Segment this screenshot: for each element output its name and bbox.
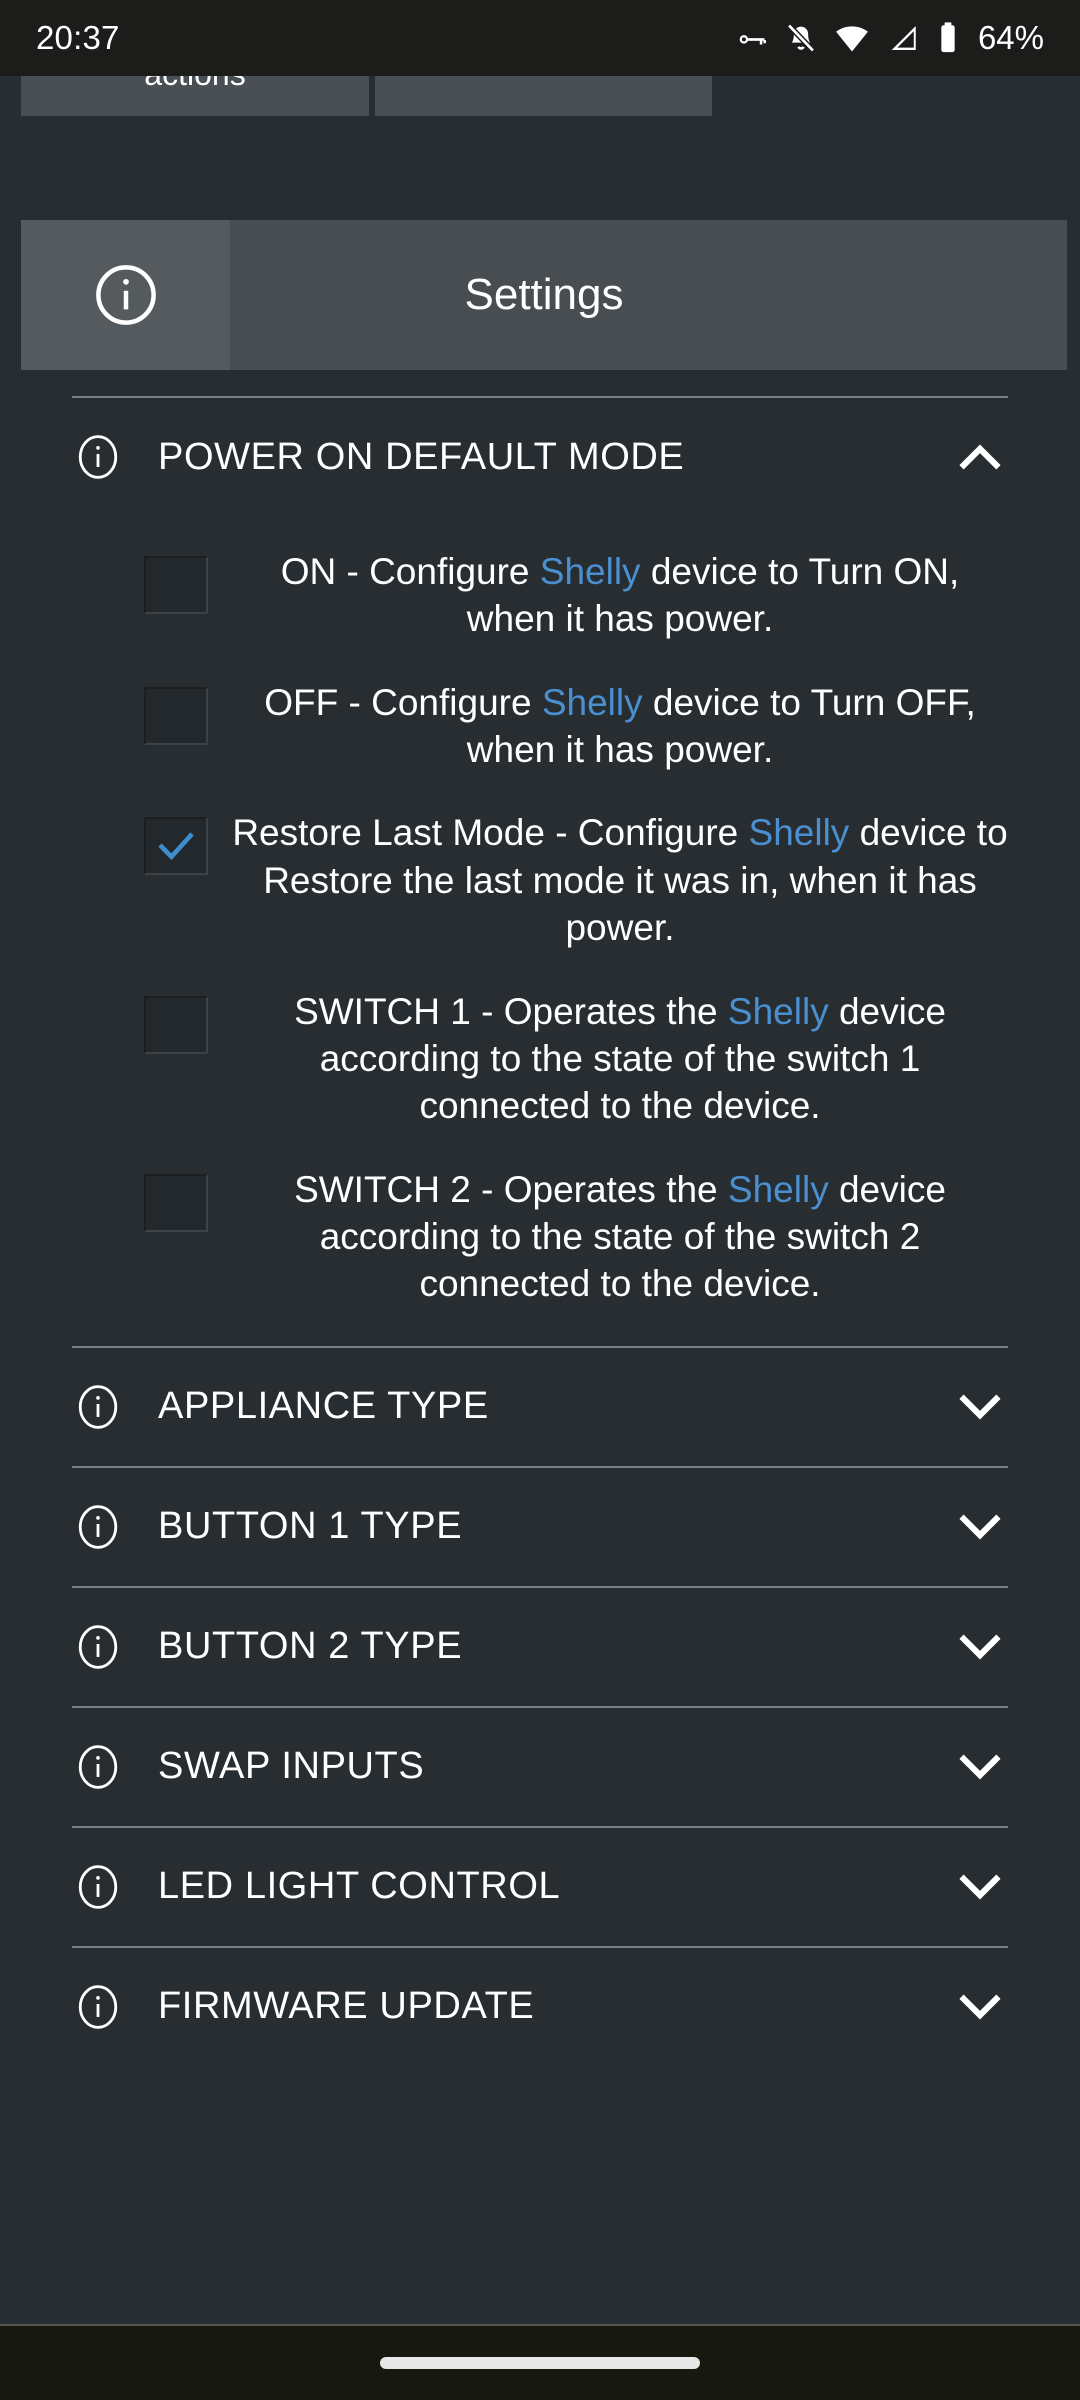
option-row-switch-1[interactable]: SWITCH 1 - Operates the Shelly device ac… (0, 970, 1080, 1148)
checkbox-switch-1[interactable] (144, 995, 208, 1054)
chevron-down-icon[interactable] (938, 1739, 1008, 1795)
option-row-switch-2[interactable]: SWITCH 2 - Operates the Shelly device ac… (0, 1148, 1080, 1326)
partial-action-row: actions (0, 76, 1080, 116)
status-bar: 20:37 64% (0, 0, 1080, 76)
status-bar-icons: 64% (734, 19, 1044, 57)
section-label: BUTTON 2 TYPE (158, 1625, 463, 1668)
info-icon (72, 1741, 158, 1793)
option-label-restore-last-mode: Restore Last Mode - Configure Shelly dev… (232, 809, 1008, 951)
settings-list: POWER ON DEFAULT MODE ON - Configure She… (0, 396, 1080, 2066)
settings-header-bar[interactable]: Settings (21, 220, 1067, 370)
chevron-down-icon[interactable] (938, 1379, 1008, 1435)
brand-name: Shelly (748, 812, 850, 854)
option-text-prefix: SWITCH 1 - Operates the (294, 990, 728, 1032)
section-label: SWAP INPUTS (158, 1745, 425, 1788)
battery-icon (936, 21, 960, 55)
signal-cellular-icon (886, 21, 920, 55)
section-header-appliance-type[interactable]: APPLIANCE TYPE (0, 1348, 1080, 1466)
section-header-button-2-type[interactable]: BUTTON 2 TYPE (0, 1588, 1080, 1706)
section-header-swap-inputs[interactable]: SWAP INPUTS (0, 1708, 1080, 1826)
info-icon (72, 1381, 158, 1433)
option-label-on: ON - Configure Shelly device to Turn ON,… (232, 548, 1008, 643)
checkbox-on[interactable] (144, 556, 208, 614)
system-navigation-bar (0, 2324, 1080, 2400)
info-icon (72, 1501, 158, 1553)
checkbox-off[interactable] (144, 686, 208, 745)
gesture-home-handle[interactable] (380, 2357, 700, 2369)
info-icon (72, 1621, 158, 1673)
partial-actions-button[interactable]: actions (21, 76, 369, 116)
chevron-down-icon[interactable] (938, 1859, 1008, 1915)
option-row-restore-last-mode[interactable]: Restore Last Mode - Configure Shelly dev… (0, 791, 1080, 969)
section-label: LED LIGHT CONTROL (158, 1865, 561, 1908)
section-header-button-1-type[interactable]: BUTTON 1 TYPE (0, 1468, 1080, 1586)
chevron-down-icon[interactable] (938, 1979, 1008, 2035)
info-icon (72, 431, 158, 483)
chevron-up-icon[interactable] (938, 429, 1008, 485)
option-row-on[interactable]: ON - Configure Shelly device to Turn ON,… (0, 530, 1080, 661)
section-label: APPLIANCE TYPE (158, 1385, 489, 1428)
vpn-key-icon (734, 21, 768, 55)
checkbox-switch-2[interactable] (144, 1173, 208, 1232)
section-header-led-light-control[interactable]: LED LIGHT CONTROL (0, 1828, 1080, 1946)
info-icon (72, 1981, 158, 2033)
section-label: BUTTON 1 TYPE (158, 1505, 463, 1548)
battery-percent-label: 64% (977, 19, 1044, 56)
wifi-icon (834, 21, 870, 55)
notifications-off-icon (784, 21, 818, 55)
section-header-firmware-update[interactable]: FIRMWARE UPDATE (0, 1948, 1080, 2066)
option-text-prefix: SWITCH 2 - Operates the (294, 1168, 728, 1210)
checkbox-restore-last-mode[interactable] (144, 817, 208, 876)
section-label: FIRMWARE UPDATE (158, 1985, 535, 2028)
option-text-prefix: ON - Configure (280, 551, 540, 592)
chevron-down-icon[interactable] (938, 1619, 1008, 1675)
page-title: Settings (464, 270, 624, 319)
status-bar-clock: 20:37 (36, 19, 120, 56)
brand-name: Shelly (541, 681, 643, 723)
brand-name: Shelly (539, 551, 641, 592)
brand-name: Shelly (727, 990, 829, 1032)
option-row-off[interactable]: OFF - Configure Shelly device to Turn OF… (0, 661, 1080, 792)
section-label: POWER ON DEFAULT MODE (158, 435, 685, 478)
option-label-off: OFF - Configure Shelly device to Turn OF… (232, 679, 1008, 774)
option-text-prefix: OFF - Configure (264, 681, 542, 723)
info-icon (72, 1861, 158, 1913)
brand-name: Shelly (727, 1168, 829, 1210)
chevron-down-icon[interactable] (938, 1499, 1008, 1555)
option-label-switch-1: SWITCH 1 - Operates the Shelly device ac… (232, 988, 1008, 1130)
power-on-default-mode-options: ON - Configure Shelly device to Turn ON,… (0, 516, 1080, 1346)
partial-secondary-button[interactable] (375, 76, 712, 116)
option-label-switch-2: SWITCH 2 - Operates the Shelly device ac… (232, 1166, 1008, 1308)
section-header-power-on-default-mode[interactable]: POWER ON DEFAULT MODE (0, 398, 1080, 516)
option-text-prefix: Restore Last Mode - Configure (232, 812, 749, 854)
check-icon (158, 832, 194, 861)
